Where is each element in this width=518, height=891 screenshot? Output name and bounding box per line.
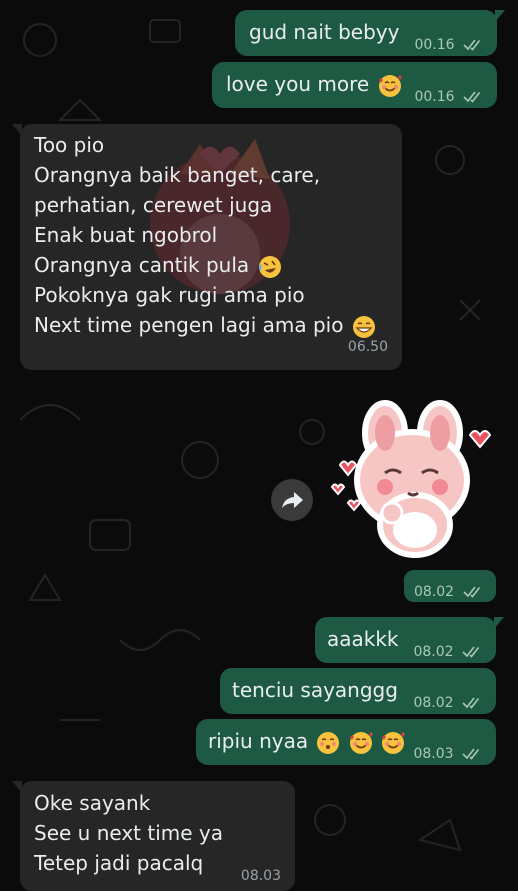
message-line: Orangnya cantik pula [34, 253, 250, 277]
message-outgoing[interactable]: love you more 00.16 [212, 62, 497, 108]
bubble-tail [12, 124, 22, 136]
forward-button[interactable] [271, 479, 313, 521]
bubble-tail [12, 781, 22, 793]
read-ticks-icon [463, 91, 481, 103]
message-incoming[interactable]: Too pio Orangnya baik banget, care, perh… [12, 124, 402, 370]
message-text-wrap: ripiu nyaa [208, 726, 406, 756]
message-time: 08.02 [413, 695, 454, 711]
bubble-tail [495, 10, 505, 22]
message-line: Tetep jadi pacalq [34, 851, 204, 875]
message-body: Too pio Orangnya baik banget, care, perh… [34, 130, 376, 340]
message-time: 06.50 [347, 339, 388, 355]
message-outgoing[interactable]: gud nait bebyy 00.16 [235, 10, 505, 56]
message-body: Oke sayank See u next time ya Tetep jadi… [34, 788, 223, 878]
read-ticks-icon [462, 646, 480, 658]
message-time: 08.02 [414, 584, 455, 600]
sticker-message[interactable] [330, 395, 500, 565]
message-time: 08.02 [413, 644, 454, 660]
read-ticks-icon [463, 39, 481, 51]
bubble-tail [494, 617, 504, 629]
face-blowing-kiss-icon [317, 731, 340, 754]
message-meta: 00.16 [414, 30, 483, 60]
message-outgoing[interactable]: aaakkk 08.02 [315, 617, 504, 663]
message-text: gud nait bebyy [249, 20, 400, 44]
sticker-time-pill: 08.02 [404, 570, 496, 602]
message-text-wrap: love you more [226, 69, 402, 99]
read-ticks-icon [462, 748, 480, 760]
read-ticks-icon [462, 697, 480, 709]
forward-arrow-icon [282, 492, 303, 508]
message-time: 08.03 [413, 746, 454, 762]
message-line-wrap: Orangnya cantik pula [34, 250, 376, 280]
read-ticks-icon [462, 586, 480, 598]
message-text: love you more [226, 72, 370, 96]
message-incoming[interactable]: Oke sayank See u next time ya Tetep jadi… [12, 781, 295, 891]
message-meta: 00.16 [414, 82, 483, 112]
message-outgoing[interactable]: tenciu sayanggg 08.02 [220, 668, 496, 714]
message-line-wrap: Next time pengen lagi ama pio [34, 310, 376, 340]
smiling-face-with-hearts-icon [349, 731, 373, 754]
message-line: Pokoknya gak rugi ama pio [34, 283, 305, 307]
message-line: Enak buat ngobrol [34, 223, 218, 247]
message-text: tenciu sayanggg [232, 678, 398, 702]
message-line: See u next time ya [34, 821, 223, 845]
message-time: 00.16 [414, 89, 455, 105]
message-text: aaakkk [327, 627, 399, 651]
pink-bunny-blowing-kiss-sticker [330, 400, 492, 558]
message-time: 00.16 [414, 37, 455, 53]
message-text: ripiu nyaa [208, 729, 309, 753]
message-meta: 08.02 [413, 637, 482, 667]
smiling-face-with-hearts-icon [378, 74, 402, 97]
message-line: Orangnya baik banget, care, [34, 163, 321, 187]
message-meta: 08.02 [414, 577, 483, 607]
message-line: Too pio [34, 133, 105, 157]
message-time: 08.03 [240, 868, 281, 884]
smiling-face-with-hearts-icon [382, 731, 406, 754]
message-line: Oke sayank [34, 791, 151, 815]
rolling-on-floor-laughing-icon [258, 255, 281, 278]
message-meta: 08.03 [413, 739, 482, 769]
message-line: perhatian, cerewet juga [34, 193, 273, 217]
message-outgoing[interactable]: ripiu nyaa 08.03 [196, 719, 496, 765]
message-meta: 08.02 [413, 688, 482, 718]
message-line: Next time pengen lagi ama pio [34, 313, 344, 337]
